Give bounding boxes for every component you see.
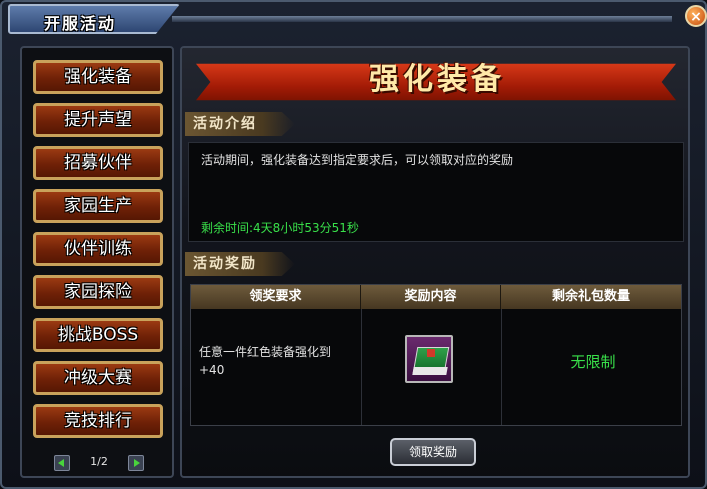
- column-divider: [361, 309, 362, 425]
- sidebar-item-home-exploration[interactable]: 家园探险: [33, 275, 163, 309]
- sidebar-item-raise-reputation[interactable]: 提升声望: [33, 103, 163, 137]
- close-button[interactable]: ×: [685, 5, 707, 27]
- sidebar-item-level-race[interactable]: 冲级大赛: [33, 361, 163, 395]
- banner-title: 强化装备: [369, 62, 505, 97]
- sidebar-item-partner-training[interactable]: 伙伴训练: [33, 232, 163, 266]
- column-header-remaining: 剩余礼包数量: [501, 285, 681, 309]
- section-heading-rewards: 活动奖励: [185, 252, 295, 276]
- sidebar: 强化装备 提升声望 招募伙伴 家园生产 伙伴训练 家园探险 挑战BOSS 冲级大…: [20, 46, 174, 478]
- sidebar-item-recruit-partner[interactable]: 招募伙伴: [33, 146, 163, 180]
- window-title: 开服活动: [44, 14, 117, 33]
- column-header-reward: 奖励内容: [361, 285, 501, 309]
- top-divider: [172, 16, 672, 22]
- sidebar-item-strengthen-equipment[interactable]: 强化装备: [33, 60, 163, 94]
- sidebar-item-challenge-boss[interactable]: 挑战BOSS: [33, 318, 163, 352]
- green-book-icon[interactable]: [405, 335, 453, 383]
- section-heading-intro: 活动介绍: [185, 112, 295, 136]
- next-page-icon[interactable]: [128, 455, 144, 471]
- sidebar-item-home-production[interactable]: 家园生产: [33, 189, 163, 223]
- remaining-time: 剩余时间:4天8小时53分51秒: [201, 221, 359, 235]
- column-header-requirement: 领奖要求: [191, 285, 361, 309]
- column-divider: [501, 309, 502, 425]
- requirement-text: 任意一件红色装备强化到+40: [199, 345, 332, 377]
- sidebar-item-arena-ranking[interactable]: 竞技排行: [33, 404, 163, 438]
- claim-reward-button[interactable]: 领取奖励: [390, 438, 476, 466]
- title-tab: 开服活动: [8, 4, 180, 34]
- main-panel: 强化装备 活动介绍 活动期间，强化装备达到指定要求后，可以领取对应的奖励 剩余时…: [180, 46, 690, 478]
- intro-description: 活动期间，强化装备达到指定要求后，可以领取对应的奖励: [201, 153, 514, 167]
- remaining-count: 无限制: [570, 353, 616, 371]
- pager: 1/2: [54, 453, 144, 473]
- page-indicator: 1/2: [90, 455, 108, 468]
- prev-page-icon[interactable]: [54, 455, 70, 471]
- intro-box: 活动期间，强化装备达到指定要求后，可以领取对应的奖励 剩余时间:4天8小时53分…: [188, 142, 684, 242]
- activity-window: 开服活动 × 强化装备 提升声望 招募伙伴 家园生产 伙伴训练 家园探险 挑战B…: [0, 0, 707, 489]
- rewards-table: 领奖要求 奖励内容 剩余礼包数量 任意一件红色装备强化到+40 无限制: [190, 284, 682, 426]
